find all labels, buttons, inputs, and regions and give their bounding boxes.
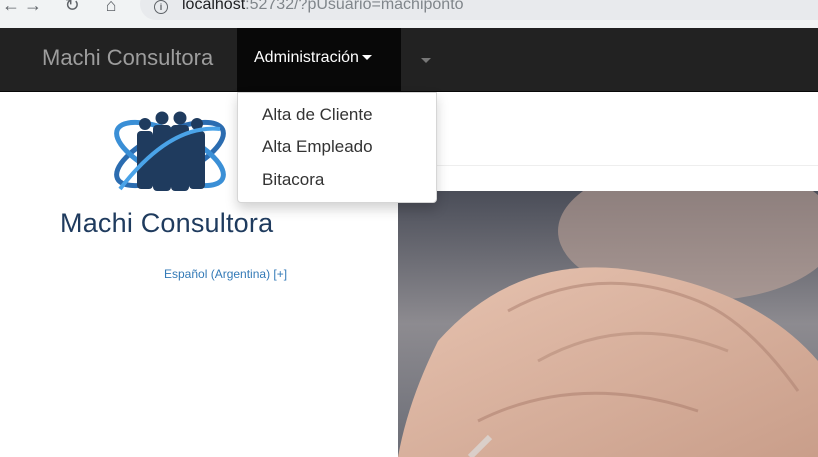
company-logo: [100, 104, 240, 204]
info-icon[interactable]: i: [154, 0, 168, 14]
home-icon[interactable]: ⌂: [100, 0, 122, 16]
address-bar[interactable]: i localhost:52732/?pUsuario=machiponto: [140, 0, 818, 20]
back-arrow-icon[interactable]: ←: [0, 0, 22, 16]
menu-item-alta-cliente[interactable]: Alta de Cliente: [262, 105, 373, 125]
menu-item-bitacora[interactable]: Bitacora: [262, 170, 324, 190]
browser-toolbar: ← → ↻ ⌂ i localhost:52732/?pUsuario=mach…: [0, 0, 818, 28]
navbar-brand[interactable]: Machi Consultora: [42, 45, 213, 71]
caret-down-icon: [361, 55, 372, 61]
admin-menu[interactable]: Administración: [237, 28, 401, 91]
logo-text: Machi Consultora: [60, 208, 274, 238]
forward-arrow-icon[interactable]: →: [22, 0, 44, 16]
url-text[interactable]: localhost:52732/?pUsuario=machiponto: [182, 0, 464, 14]
carousel-image: [398, 191, 818, 457]
logo-graphic: [114, 111, 226, 191]
admin-menu-toggle[interactable]: Administración: [254, 49, 372, 67]
hands-keyboard-photo: [398, 191, 818, 457]
divider: [398, 165, 818, 166]
url-host: localhost: [182, 0, 246, 13]
top-navbar: Machi Consultora Administración: [0, 28, 818, 92]
language-selector-link[interactable]: Español (Argentina) [+]: [164, 267, 287, 281]
reload-icon[interactable]: ↻: [61, 0, 83, 16]
menu-item-alta-empleado[interactable]: Alta Empleado: [262, 137, 373, 157]
admin-menu-label: Administración: [254, 49, 359, 66]
admin-dropdown-menu: Alta de Cliente Alta Empleado Bitacora: [237, 92, 437, 203]
url-path: :52732/?pUsuario=machiponto: [245, 0, 464, 13]
secondary-menu-caret-icon[interactable]: [421, 58, 431, 63]
